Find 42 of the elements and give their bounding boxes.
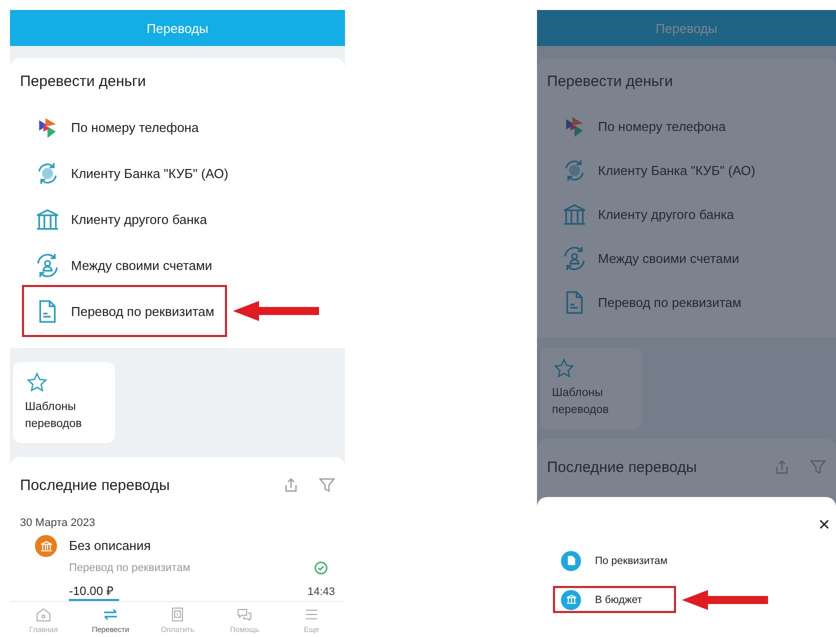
templates-label: Шаблоны переводов <box>552 386 610 418</box>
templates-tile[interactable]: Шаблоны переводов <box>13 362 115 443</box>
bank-building-icon <box>562 202 587 226</box>
transaction-type: Перевод по реквизитам <box>69 561 192 576</box>
screen-title: Переводы <box>146 20 208 36</box>
star-icon <box>25 372 49 393</box>
sheet-option[interactable]: По реквизитам <box>553 547 682 574</box>
transfer-option[interactable]: Клиенту Банка "КУБ" (АО) <box>549 147 768 193</box>
transfer-option[interactable]: По номеру телефона <box>549 103 738 149</box>
transfer-option[interactable]: Между своими счетами <box>549 235 752 281</box>
person-arrows-icon <box>562 246 587 270</box>
screen-title: Переводы <box>656 20 718 36</box>
section-title: Перевести деньги <box>546 72 674 92</box>
filter-icon[interactable] <box>319 477 335 493</box>
section-title: Последние переводы <box>20 476 171 494</box>
bank-icon <box>561 590 581 610</box>
date-label: 30 Марта 2023 <box>20 516 96 531</box>
section-title: Последние переводы <box>547 458 698 476</box>
transfer-option[interactable]: Клиенту другого банка <box>22 196 219 242</box>
star-icon <box>552 358 576 379</box>
bank-building-icon <box>35 206 60 232</box>
person-arrows-icon <box>35 252 60 278</box>
close-button[interactable]: × <box>818 515 830 535</box>
transfer-option[interactable]: Клиенту другого банка <box>549 191 746 237</box>
transfer-option[interactable]: Перевод по реквизитам <box>22 285 227 337</box>
share-icon[interactable] <box>774 459 790 475</box>
sheet-option[interactable]: В бюджет <box>553 586 676 613</box>
transfer-option[interactable]: Клиенту Банка "КУБ" (АО) <box>22 150 240 196</box>
transaction-title: Без описания <box>69 537 152 555</box>
house-icon <box>35 606 52 622</box>
document-icon <box>561 550 581 570</box>
transfer-option[interactable]: Перевод по реквизитам <box>549 279 754 325</box>
filter-icon[interactable] <box>810 459 826 475</box>
share-icon[interactable] <box>283 477 299 493</box>
section-title: Перевести деньги <box>19 72 147 92</box>
transfer-option[interactable]: По номеру телефона <box>22 104 211 150</box>
templates-label: Шаблоны переводов <box>25 400 83 432</box>
templates-tile[interactable]: Шаблоны переводов <box>540 348 642 429</box>
transaction-time: 14:43 <box>307 586 335 598</box>
transfer-option[interactable]: Между своими счетами <box>22 242 224 288</box>
terminal-icon <box>169 606 186 622</box>
bank-icon <box>35 535 57 557</box>
